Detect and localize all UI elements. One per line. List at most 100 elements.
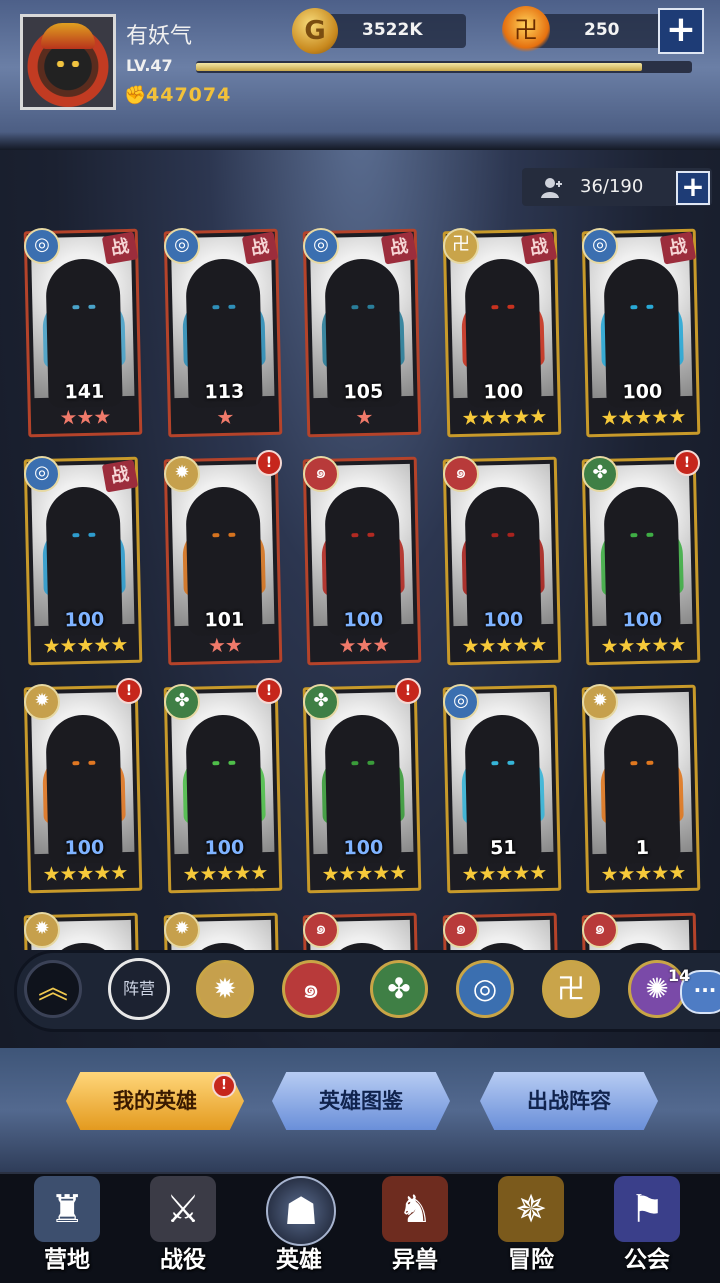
- hero-card[interactable]: 101 ★★ ✹!: [163, 450, 283, 666]
- hero-level: 51: [489, 836, 517, 860]
- chat-unread-count: 14: [668, 966, 691, 985]
- hero-level: 101: [204, 608, 245, 632]
- hero-silhouette: [45, 942, 123, 950]
- hero-card[interactable]: ๑: [581, 912, 701, 950]
- hero-eye: [228, 532, 236, 537]
- hero-eye: [212, 761, 220, 766]
- hero-card[interactable]: 51 ★★★★★ ◎: [442, 684, 562, 894]
- tab-alert-badge: !: [212, 1074, 236, 1098]
- collapse-button[interactable]: ︽: [24, 960, 82, 1018]
- sun-icon: ✹: [24, 912, 60, 948]
- camp-filter-button[interactable]: 阵营: [108, 958, 170, 1020]
- filter-fire-button[interactable]: ๑: [282, 960, 340, 1018]
- hero-silhouette: [464, 942, 542, 950]
- hero-card[interactable]: 100 ★★★★★ ✤!: [302, 678, 422, 894]
- leaf-icon: ✤: [582, 456, 618, 492]
- flame-spiral-icon: ๑: [303, 912, 339, 948]
- in-battle-tag: 战: [520, 231, 558, 265]
- hero-silhouette: [185, 942, 263, 950]
- hero-eye: [72, 533, 80, 538]
- hero-card[interactable]: 100 ★★★★★ ◎ 战: [23, 456, 143, 666]
- hero-stars: ★★★★★: [600, 632, 686, 658]
- leaf-icon: ✤: [303, 684, 339, 720]
- wave-icon: ◎: [443, 684, 479, 720]
- hero-card[interactable]: ✹: [23, 912, 143, 950]
- filter-sun-button[interactable]: ✹: [196, 960, 254, 1018]
- hero-eye: [367, 532, 375, 537]
- hero-stars: ★★★: [59, 404, 111, 430]
- hero-stars: ★★★★★: [182, 860, 268, 886]
- hero-card[interactable]: 100 ★★★★★ ✤!: [163, 678, 283, 894]
- hero-eye: [646, 760, 654, 765]
- filter-wood-button[interactable]: ✤: [370, 960, 428, 1018]
- player-avatar[interactable]: [20, 14, 116, 110]
- hero-level: 1: [635, 836, 650, 860]
- hero-stars: ★★★★★: [321, 860, 407, 886]
- hero-level: 113: [204, 380, 245, 404]
- expand-roster-button[interactable]: +: [676, 171, 710, 205]
- hero-card[interactable]: ๑: [302, 912, 422, 950]
- xp-bar: [196, 61, 692, 73]
- hero-eye: [507, 760, 515, 765]
- nav-item-5[interactable]: ⚑ 公会: [592, 1172, 702, 1281]
- filter-earth-button[interactable]: 卍: [542, 960, 600, 1018]
- tab-battle-lineup[interactable]: 出战阵容: [480, 1072, 658, 1130]
- hero-stars: ★★★★★: [461, 404, 547, 430]
- hero-card[interactable]: 100 ★★★★★ ◎ 战: [581, 228, 701, 438]
- hero-card[interactable]: 100 ★★★★★ ✤!: [581, 450, 701, 666]
- beast-icon: ♞: [382, 1176, 448, 1242]
- hero-card[interactable]: 100 ★★★ ๑: [302, 456, 422, 666]
- hero-stars: ★★★★★: [600, 860, 686, 886]
- hero-card[interactable]: 113 ★ ◎ 战: [163, 228, 283, 438]
- add-resource-button[interactable]: +: [658, 8, 704, 54]
- hero-card[interactable]: 1 ★★★★★ ✹: [581, 684, 701, 894]
- hero-eye: [212, 533, 220, 538]
- hero-eye: [491, 305, 499, 310]
- alert-badge: !: [256, 450, 282, 476]
- hero-grid: 141 ★★★ ◎ 战 113 ★ ◎ 战 105 ★ ◎ 战 100 ★★★★★ 卍战 100 ★★★★★ ◎ 战…: [0, 222, 720, 950]
- nav-item-4[interactable]: ✵ 冒险: [476, 1172, 586, 1281]
- nav-label: 英雄: [276, 1247, 322, 1273]
- hero-level: 100: [204, 836, 245, 860]
- filter-water-button[interactable]: ◎: [456, 960, 514, 1018]
- nav-item-2[interactable]: ☗ 英雄: [244, 1172, 354, 1281]
- tab-hero-codex[interactable]: 英雄图鉴: [272, 1072, 450, 1130]
- castle-icon: ♜: [34, 1176, 100, 1242]
- hero-card[interactable]: 100 ★★★★★ ๑: [442, 456, 562, 666]
- wave-icon: ◎: [164, 228, 200, 264]
- hero-eye: [507, 532, 515, 537]
- nav-label: 异兽: [392, 1247, 438, 1273]
- wave-icon: ◎: [303, 228, 339, 264]
- avatar-hat: [41, 23, 95, 49]
- avatar-eyes: [53, 61, 83, 67]
- hero-card[interactable]: 100 ★★★★★ 卍 战: [442, 228, 562, 438]
- hero-eye: [630, 761, 638, 766]
- hero-level: 141: [64, 380, 105, 404]
- alert-badge: !: [395, 678, 421, 704]
- nav-item-0[interactable]: ♜ 营地: [12, 1172, 122, 1281]
- hero-eye: [367, 760, 375, 765]
- nav-label: 战役: [160, 1247, 206, 1273]
- hero-card[interactable]: ๑: [442, 912, 562, 950]
- sun-icon: ✹: [164, 456, 200, 492]
- hero-eye: [88, 760, 96, 765]
- hero-silhouette: [603, 942, 681, 950]
- hero-card[interactable]: ✹: [163, 912, 283, 950]
- hero-eye: [491, 761, 499, 766]
- nav-item-3[interactable]: ♞ 异兽: [360, 1172, 470, 1281]
- hero-level: 100: [622, 380, 663, 404]
- hero-eye: [72, 305, 80, 310]
- flame-spiral-icon: ๑: [303, 456, 339, 492]
- in-battle-tag: 战: [380, 231, 418, 265]
- nav-item-1[interactable]: ⚔ 战役: [128, 1172, 238, 1281]
- in-battle-tag: 战: [101, 459, 139, 493]
- nav-label: 公会: [624, 1247, 670, 1273]
- flame-spiral-icon: ๑: [582, 912, 618, 948]
- hero-level: 100: [483, 608, 524, 632]
- gold-amount: 3522K: [362, 20, 423, 40]
- hero-card[interactable]: 105 ★ ◎ 战: [302, 228, 422, 438]
- hero-card[interactable]: 100 ★★★★★ ✹!: [23, 678, 143, 894]
- hero-card[interactable]: 141 ★★★ ◎ 战: [23, 228, 143, 438]
- xp-bar-fill: [196, 63, 643, 71]
- hero-eye: [351, 761, 359, 766]
